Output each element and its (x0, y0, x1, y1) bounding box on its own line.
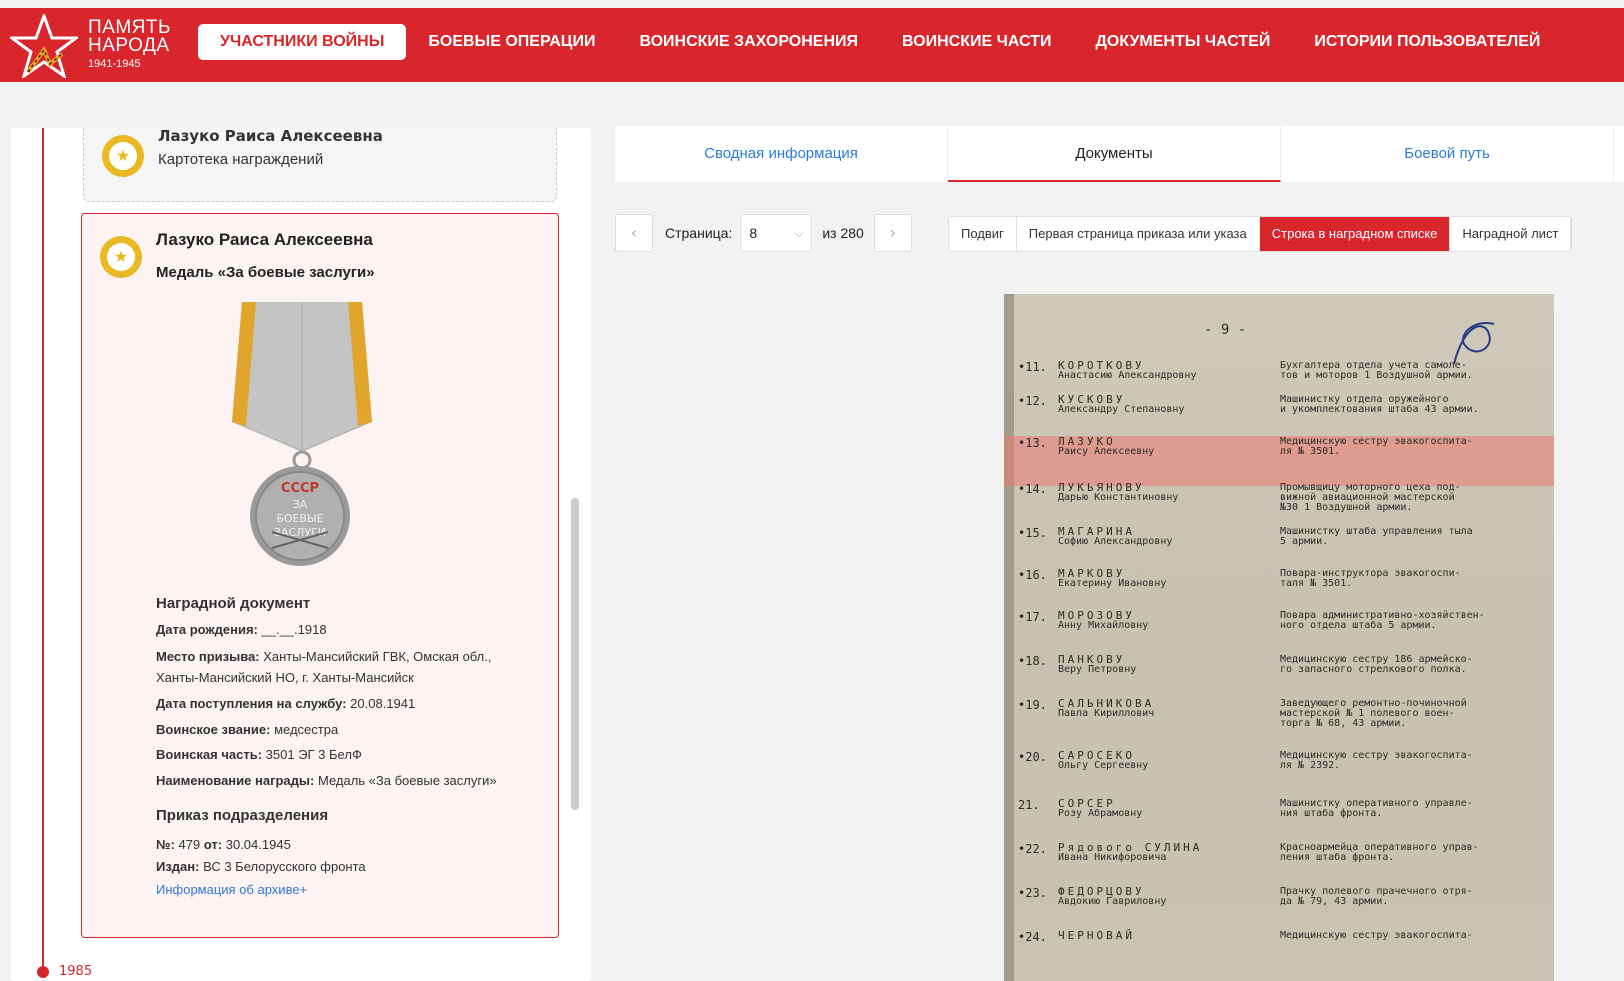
tab-combat-path[interactable]: Боевой путь (1281, 126, 1614, 182)
medal-text-line3: ЗАСЛУГИ (274, 526, 326, 539)
award-document-title: Наградной документ (156, 595, 311, 612)
chevron-left-icon: ‹ (630, 223, 638, 242)
field-draft-place: Место призыва: Ханты-Мансийский ГВК, Омс… (156, 649, 492, 685)
nav-combat-operations[interactable]: БОЕВЫЕ ОПЕРАЦИИ (406, 24, 617, 60)
nav-user-stories[interactable]: ИСТОРИИ ПОЛЬЗОВАТЕЛЕЙ (1292, 24, 1562, 60)
medal-image: СССР ЗА БОЕВЫЕ ЗАСЛУГИ (232, 302, 372, 566)
medal-icon: ★ (100, 236, 142, 278)
timeline-year-dot (37, 966, 49, 978)
document-pager: ‹ Страница: 8 ⌵ из 280 › (615, 214, 912, 252)
person-name: Лазуко Раиса Алексеевна (156, 230, 373, 249)
left-panel-scrollbar[interactable] (571, 498, 579, 810)
order-title: Приказ подразделения (156, 807, 329, 824)
doc-type-feat[interactable]: Подвиг (949, 217, 1017, 251)
site-logo[interactable]: ПАМЯТЬ НАРОДА 1941-1945 (10, 12, 190, 78)
archive-info-link[interactable]: Информация об архиве+ (156, 882, 307, 897)
field-birth-date: Дата рождения: __.__.1918 (156, 622, 327, 637)
star-logo-icon (10, 14, 78, 78)
chevron-right-icon: › (889, 223, 897, 242)
field-rank: Воинское звание: медсестра (156, 722, 339, 737)
document-type-filter: Подвиг Первая страница приказа или указа… (948, 216, 1573, 252)
nav-unit-documents[interactable]: ДОКУМЕНТЫ ЧАСТЕЙ (1073, 24, 1292, 60)
logo-years: 1941-1945 (88, 58, 141, 70)
award-card-subtitle: Картотека награждений (158, 151, 324, 168)
page-total: из 280 (822, 225, 864, 241)
document-page-mark: - 9 - (1204, 322, 1247, 338)
nav-military-units[interactable]: ВОИНСКИЕ ЧАСТИ (880, 24, 1073, 60)
doc-type-order-first-page[interactable]: Первая страница приказа или указа (1017, 217, 1260, 251)
award-card-medal: ★ Лазуко Раиса Алексеевна Медаль «За бое… (81, 213, 559, 938)
page-label: Страница: (665, 225, 733, 241)
field-award-name: Наименование награды: Медаль «За боевые … (156, 773, 497, 788)
page-select[interactable]: 8 ⌵ (740, 214, 813, 252)
page-select-value: 8 (749, 225, 758, 241)
logo-line2: НАРОДА (88, 35, 170, 56)
award-name: Медаль «За боевые заслуги» (156, 264, 375, 281)
medal-icon: ★ (102, 135, 144, 177)
tab-documents[interactable]: Документы (948, 126, 1281, 182)
field-order-number: №: 479 от: 30.04.1945 (156, 837, 291, 852)
doc-type-award-list-row[interactable]: Строка в наградном списке (1259, 217, 1451, 251)
medal-text-line1: ЗА (293, 498, 308, 511)
main-nav: УЧАСТНИКИ ВОЙНЫ БОЕВЫЕ ОПЕРАЦИИ ВОИНСКИЕ… (198, 24, 1562, 60)
chevron-down-icon: ⌵ (794, 226, 804, 240)
awards-timeline-panel: ★ Лазуко Раиса Алексеевна Картотека нагр… (11, 128, 591, 981)
award-card-person-name: Лазуко Раиса Алексеевна (158, 128, 383, 145)
tab-summary[interactable]: Сводная информация (615, 126, 948, 182)
site-header: ПАМЯТЬ НАРОДА 1941-1945 УЧАСТНИКИ ВОЙНЫ … (0, 8, 1624, 82)
doc-type-award-sheet[interactable]: Наградной лист (1450, 217, 1572, 251)
medal-text-ussr: СССР (281, 481, 319, 496)
timeline-line (42, 128, 44, 968)
document-scan[interactable]: - 9 - •11. КОРОТКОВУ Анастасию Александров… (1004, 294, 1554, 981)
field-order-issued: Издан: ВС 3 Белорусского фронта (156, 859, 366, 874)
medal-text-line2: БОЕВЫЕ (276, 512, 323, 525)
award-card-index[interactable]: ★ Лазуко Раиса Алексеевна Картотека нагр… (83, 128, 557, 202)
nav-military-burials[interactable]: ВОИНСКИЕ ЗАХОРОНЕНИЯ (617, 24, 880, 60)
prev-page-button[interactable]: ‹ (615, 214, 653, 252)
timeline-year-label: 1985 (59, 964, 93, 979)
field-military-unit: Воинская часть: 3501 ЭГ 3 БелФ (156, 747, 362, 762)
field-service-start: Дата поступления на службу: 20.08.1941 (156, 696, 416, 711)
next-page-button[interactable]: › (873, 214, 912, 252)
person-tabs: Сводная информация Документы Боевой путь (615, 126, 1624, 182)
nav-war-participants[interactable]: УЧАСТНИКИ ВОЙНЫ (198, 24, 407, 60)
